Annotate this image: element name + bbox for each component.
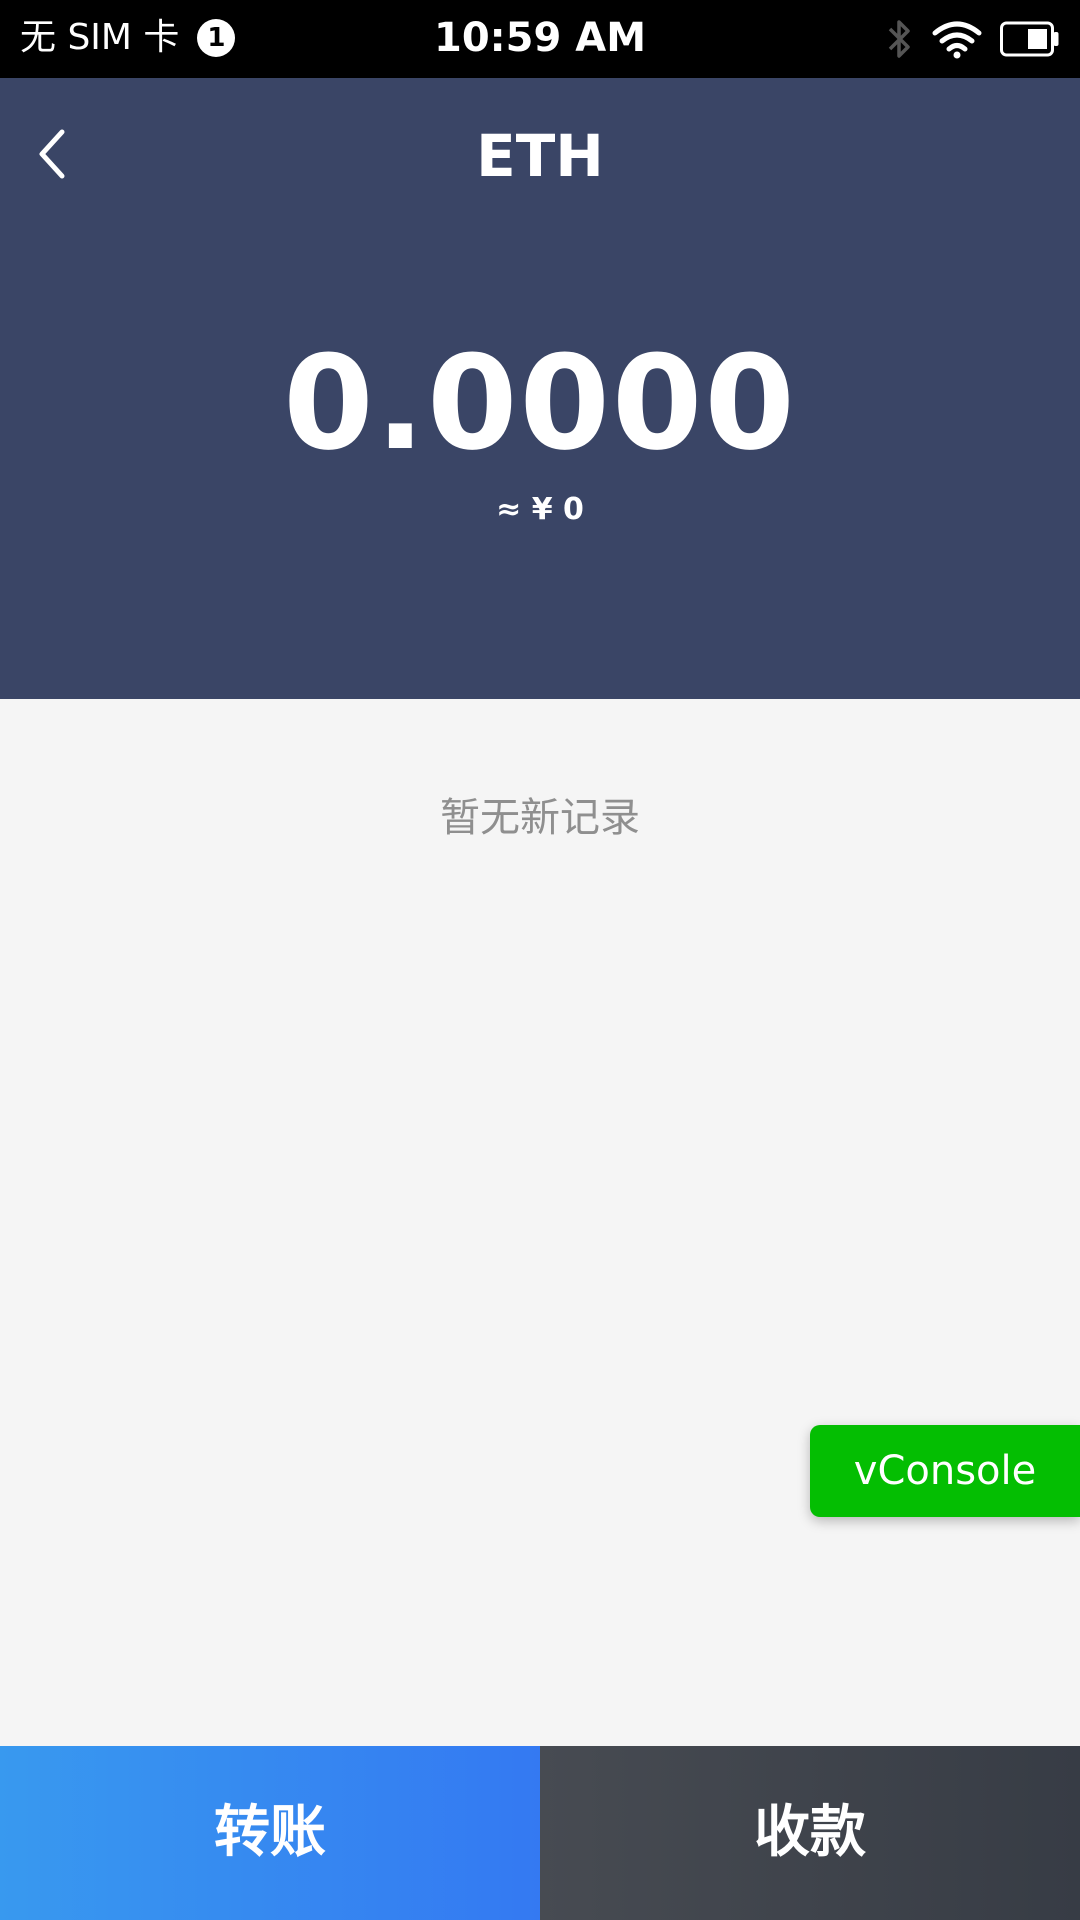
fiat-value: ≈ ¥ 0 [496,492,584,527]
empty-records-text: 暂无新记录 [440,795,640,841]
bottom-action-bar: 转账 收款 [0,1746,1080,1920]
receive-button[interactable]: 收款 [540,1746,1080,1920]
status-icons [866,14,1060,64]
transfer-button[interactable]: 转账 [0,1746,540,1920]
page-title: ETH [476,122,604,190]
balance-amount: 0.0000 [283,327,797,479]
status-bar: 无 SIM 卡 1 10:59 AM [0,0,1080,78]
wallet-header: ETH 0.0000 ≈ ¥ 0 [0,78,1080,699]
wallet-screen: 无 SIM 卡 1 10:59 AM ETH 0.0000 ≈ ¥ 0 暂无新记… [0,0,1080,1920]
wifi-icon [932,21,982,59]
battery-icon [1000,21,1059,57]
vconsole-button[interactable]: vConsole [810,1425,1080,1517]
bluetooth-icon [888,20,910,58]
